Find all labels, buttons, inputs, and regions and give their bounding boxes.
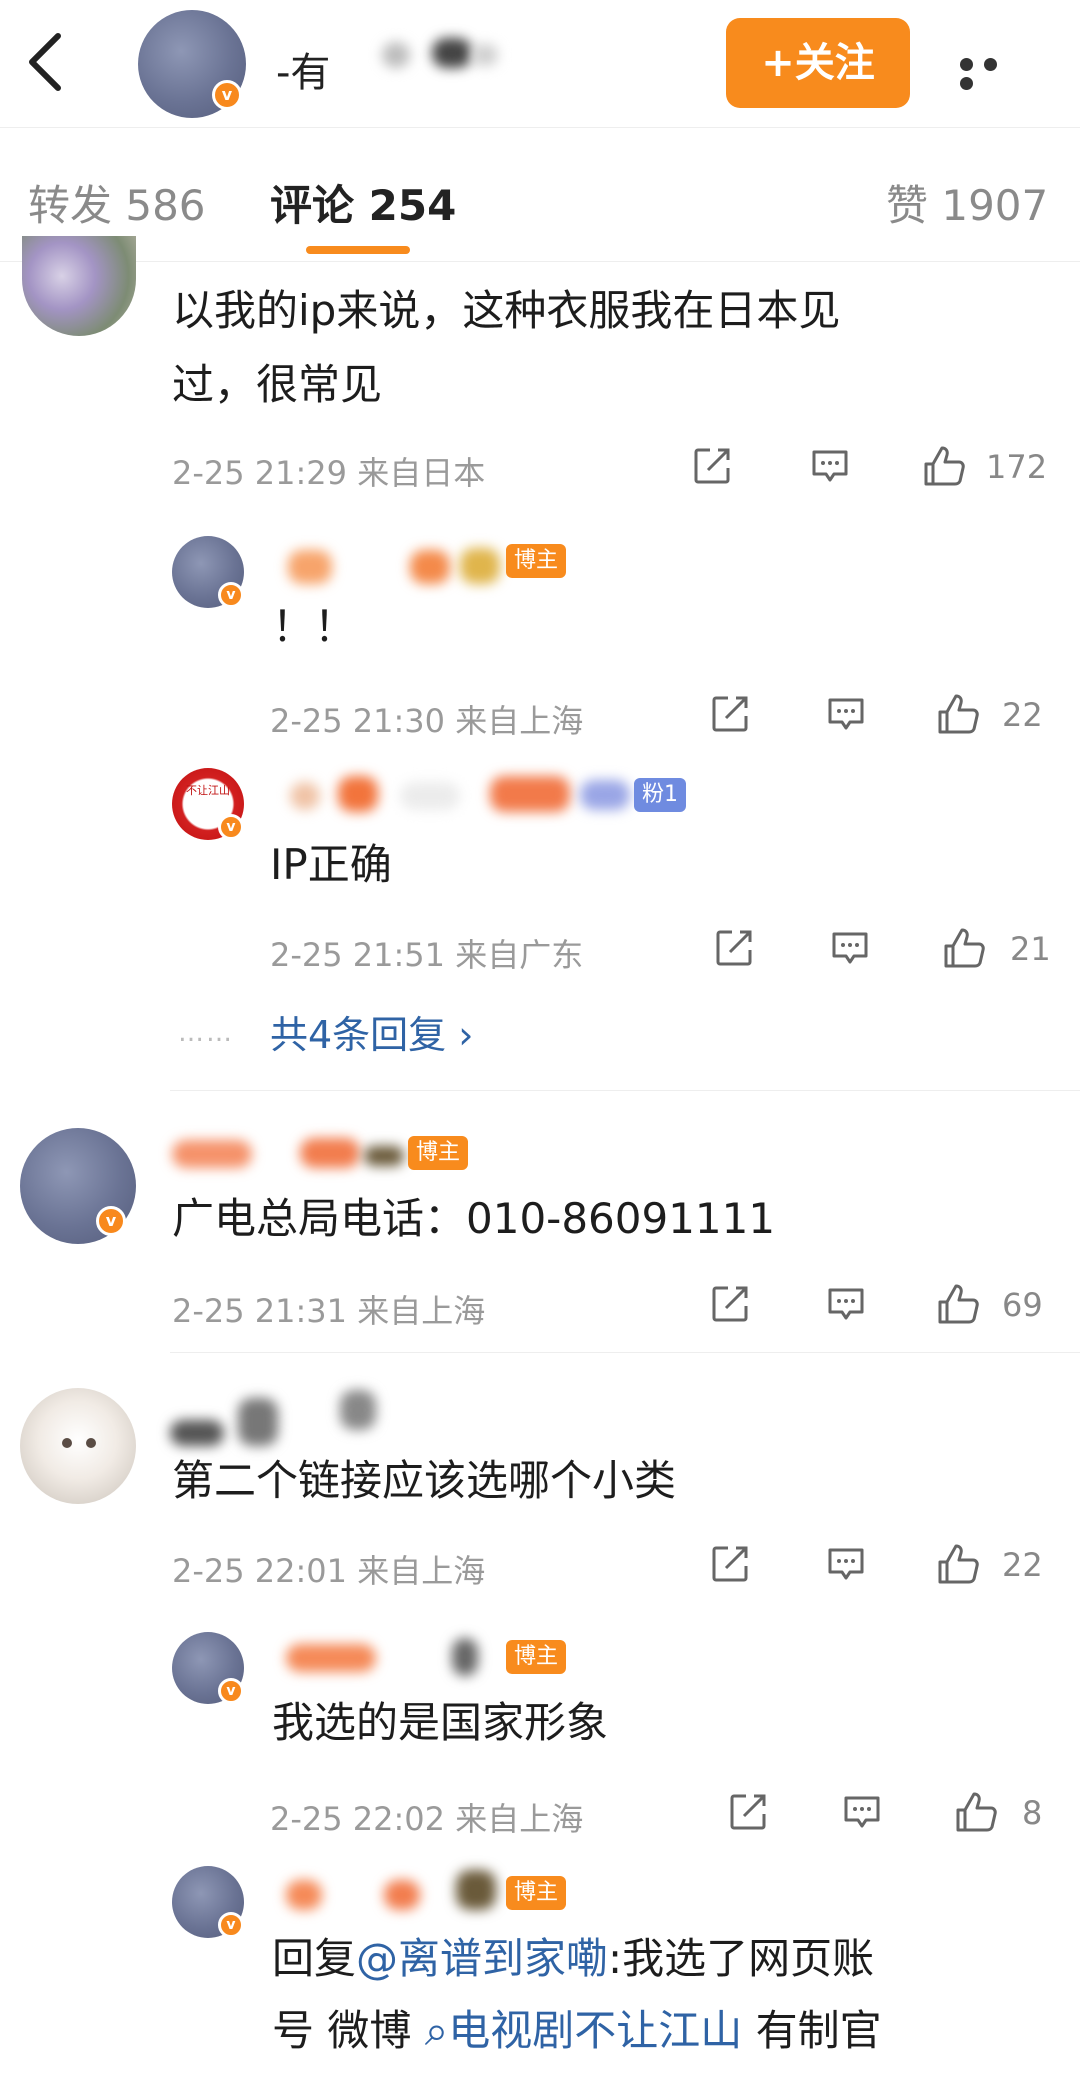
blurred-name [286, 1880, 322, 1910]
share-icon[interactable] [728, 1792, 768, 1832]
tab-comments[interactable]: 评论 254 [270, 172, 456, 233]
verified-icon: v [96, 1206, 126, 1236]
reply-prefix: 回复 [272, 1934, 357, 1983]
fan-badge: 粉1 [634, 778, 686, 812]
divider [170, 1090, 1080, 1091]
blurred-name [238, 1398, 278, 1446]
back-icon[interactable] [22, 30, 72, 94]
comment-icon[interactable] [826, 1284, 866, 1324]
comment-icon[interactable] [810, 446, 850, 486]
reply-meta: 2-25 21:30 来自上海 [270, 702, 584, 740]
verified-icon: v [218, 582, 244, 608]
follow-button[interactable]: +关注 [726, 18, 910, 108]
comment-meta: 2-25 22:01 来自上海 [172, 1552, 486, 1590]
verified-icon: v [218, 1912, 244, 1938]
reply-text-body: :我选了网页账 [608, 1934, 875, 1983]
avatar-logo-text: 不让江山 [186, 784, 230, 797]
reply-text: 回复@离谱到家嘞:我选了网页账 [272, 1924, 874, 1994]
author-badge: 博主 [506, 1640, 567, 1674]
blurred-name [288, 550, 332, 584]
blurred-name [452, 1638, 478, 1676]
like-icon[interactable] [954, 1790, 998, 1834]
like-icon[interactable] [922, 444, 966, 488]
blurred-name [400, 782, 460, 810]
comment-meta: 2-25 21:31 来自上海 [172, 1292, 486, 1330]
share-icon[interactable] [692, 446, 732, 486]
reply-text-body: 有制官 [742, 2006, 882, 2055]
like-count: 8 [1022, 1794, 1043, 1832]
like-count: 22 [1002, 696, 1043, 734]
author-badge: 博主 [506, 1876, 567, 1910]
blurred-name [300, 1138, 360, 1168]
more-replies-link[interactable]: 共4条回复 › [270, 1004, 473, 1059]
reply-text: IP正确 [270, 840, 392, 889]
like-icon[interactable] [936, 1542, 980, 1586]
blurred-name [456, 1870, 496, 1910]
comment-text: 过，很常见 [172, 360, 383, 409]
blurred-name [364, 1146, 404, 1166]
author-name[interactable]: -有 [276, 40, 330, 98]
reply-meta: 2-25 22:02 来自上海 [270, 1800, 584, 1838]
comment-icon[interactable] [842, 1792, 882, 1832]
like-count: 172 [986, 448, 1048, 486]
comment-icon[interactable] [830, 928, 870, 968]
comment-text: 广电总局电话：010-86091111 [172, 1194, 776, 1243]
reply-text: 号 微博 ⌕电视剧不让江山 有制官 [272, 1996, 882, 2066]
share-icon[interactable] [710, 1544, 750, 1584]
thread-dots: …… [178, 1018, 234, 1048]
author-badge: 博主 [506, 544, 567, 578]
blurred-name [290, 782, 320, 810]
blurred-name [340, 1390, 376, 1430]
like-count: 22 [1002, 1546, 1043, 1584]
tab-bar: 转发 586 评论 254 赞 1907 [0, 128, 1080, 262]
avatar[interactable] [20, 1388, 136, 1504]
more-icon[interactable] [960, 56, 1030, 90]
blurred-name [382, 42, 410, 68]
active-tab-indicator [306, 246, 410, 254]
share-icon[interactable] [710, 1284, 750, 1324]
verified-icon: v [218, 814, 244, 840]
blurred-name [580, 780, 630, 810]
comment-icon[interactable] [826, 1544, 866, 1584]
reply-text: 我选的是国家形象 [272, 1698, 609, 1747]
reply-text-body: 号 微博 [272, 2006, 425, 2055]
top-bar: v -有 +关注 [0, 0, 1080, 128]
comment-meta: 2-25 21:29 来自日本 [172, 454, 486, 492]
comment-icon[interactable] [826, 694, 866, 734]
avatar[interactable] [22, 236, 136, 336]
blurred-name [460, 548, 500, 584]
share-icon[interactable] [710, 694, 750, 734]
tab-likes[interactable]: 赞 1907 [886, 172, 1048, 233]
blurred-name [172, 1140, 252, 1168]
reply-text: ！！ [272, 602, 357, 651]
comment-text: 以我的ip来说，这种衣服我在日本见 [172, 286, 841, 335]
blurred-name [338, 776, 378, 812]
blurred-name [490, 776, 570, 812]
like-count: 21 [1010, 930, 1051, 968]
mention-link[interactable]: @离谱到家嘞 [356, 1934, 608, 1983]
tab-reposts[interactable]: 转发 586 [28, 172, 206, 233]
blurred-name [472, 44, 498, 66]
blurred-name [410, 550, 450, 584]
share-icon[interactable] [714, 928, 754, 968]
comment-text: 第二个链接应该选哪个小类 [172, 1456, 677, 1505]
verified-icon: v [212, 80, 242, 110]
like-count: 69 [1002, 1286, 1043, 1324]
author-badge: 博主 [408, 1136, 469, 1170]
blurred-name [286, 1644, 376, 1672]
divider [170, 1352, 1080, 1353]
verified-icon: v [218, 1678, 244, 1704]
like-icon[interactable] [942, 926, 986, 970]
reply-meta: 2-25 21:51 来自广东 [270, 936, 584, 974]
hashtag-link[interactable]: ⌕电视剧不让江山 [425, 2006, 743, 2055]
blurred-name [432, 38, 472, 68]
like-icon[interactable] [936, 1282, 980, 1326]
like-icon[interactable] [936, 692, 980, 736]
blurred-name [384, 1880, 420, 1910]
blurred-name [170, 1420, 224, 1446]
